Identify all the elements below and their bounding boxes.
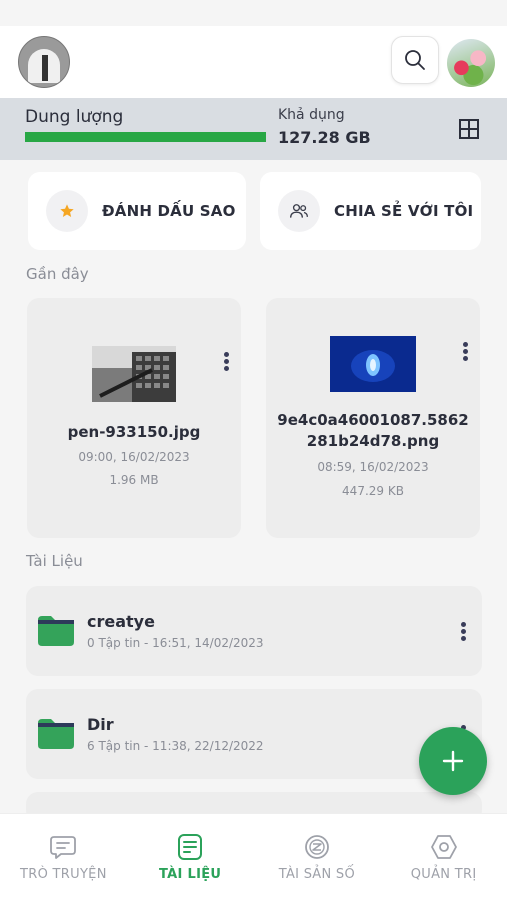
storage-label: Dung lượng xyxy=(25,107,124,127)
folder-meta: 6 Tập tin - 11:38, 22/12/2022 xyxy=(87,739,264,753)
search-icon xyxy=(405,50,425,70)
add-button[interactable] xyxy=(419,727,487,795)
recent-file-card[interactable]: 9e4c0a46001087.5862281b24d78.png 08:59, … xyxy=(266,298,480,538)
users-icon-wrap xyxy=(278,190,320,232)
file-name: pen-933150.jpg xyxy=(67,423,201,441)
available-label: Khả dụng xyxy=(278,107,345,123)
recent-section-title: Gần đây xyxy=(26,265,89,283)
folder-icon xyxy=(38,616,74,646)
tab-documents[interactable]: TÀI LIỆU xyxy=(127,814,254,900)
image-thumbnail xyxy=(330,336,416,392)
file-size: 447.29 KB xyxy=(342,484,404,498)
starred-button[interactable]: ĐÁNH DẤU SAO xyxy=(28,172,246,250)
folder-item[interactable]: creatye 0 Tập tin - 16:51, 14/02/2023 xyxy=(26,586,482,676)
tab-digital-assets[interactable]: TÀI SẢN SỐ xyxy=(254,814,381,900)
status-bar xyxy=(0,0,507,26)
documents-section-title: Tài Liệu xyxy=(26,552,83,570)
image-thumbnail xyxy=(92,346,176,402)
folder-icon xyxy=(38,719,74,749)
tab-chat[interactable]: TRÒ TRUYỆN xyxy=(0,814,127,900)
star-icon-wrap xyxy=(46,190,88,232)
bottom-navigation: TRÒ TRUYỆN TÀI LIỆU TÀI SẢN SỐ QUẢN TRỊ xyxy=(0,813,507,900)
shared-label: CHIA SẺ VỚI TÔI xyxy=(334,202,474,220)
top-bar xyxy=(0,26,507,98)
folder-name: Dir xyxy=(87,715,114,734)
app-logo[interactable] xyxy=(18,36,70,88)
tab-admin[interactable]: QUẢN TRỊ xyxy=(380,814,507,900)
tab-digital-assets-label: TÀI SẢN SỐ xyxy=(278,867,356,882)
storage-panel: Dung lượng Khả dụng 127.28 GB xyxy=(0,98,507,160)
digital-asset-icon xyxy=(304,835,329,859)
storage-usage-bar xyxy=(25,132,266,142)
user-avatar[interactable] xyxy=(447,39,495,87)
admin-icon xyxy=(430,835,457,859)
plus-icon xyxy=(442,750,464,772)
chat-icon xyxy=(50,836,77,859)
available-value: 127.28 GB xyxy=(278,128,371,147)
folder-name: creatye xyxy=(87,612,155,631)
file-size: 1.96 MB xyxy=(109,473,159,487)
users-icon xyxy=(290,204,308,218)
file-date: 09:00, 16/02/2023 xyxy=(78,450,190,464)
star-icon xyxy=(60,204,74,217)
document-icon xyxy=(178,834,203,860)
more-options-icon[interactable] xyxy=(462,340,468,363)
tab-chat-label: TRÒ TRUYỆN xyxy=(20,867,107,882)
starred-label: ĐÁNH DẤU SAO xyxy=(102,202,236,220)
folder-item[interactable]: Dir 6 Tập tin - 11:38, 22/12/2022 xyxy=(26,689,482,779)
file-name: 9e4c0a46001087.5862281b24d78.png xyxy=(277,411,469,450)
recent-file-card[interactable]: pen-933150.jpg 09:00, 16/02/2023 1.96 MB xyxy=(27,298,241,538)
shared-with-me-button[interactable]: CHIA SẺ VỚI TÔI xyxy=(260,172,481,250)
tab-documents-label: TÀI LIỆU xyxy=(159,867,222,882)
more-options-icon[interactable] xyxy=(223,350,229,373)
file-date: 08:59, 16/02/2023 xyxy=(317,460,429,474)
grid-view-icon[interactable] xyxy=(458,118,480,140)
search-button[interactable] xyxy=(391,36,439,84)
folder-meta: 0 Tập tin - 16:51, 14/02/2023 xyxy=(87,636,264,650)
tab-admin-label: QUẢN TRỊ xyxy=(410,867,477,882)
more-options-icon[interactable] xyxy=(460,620,466,643)
